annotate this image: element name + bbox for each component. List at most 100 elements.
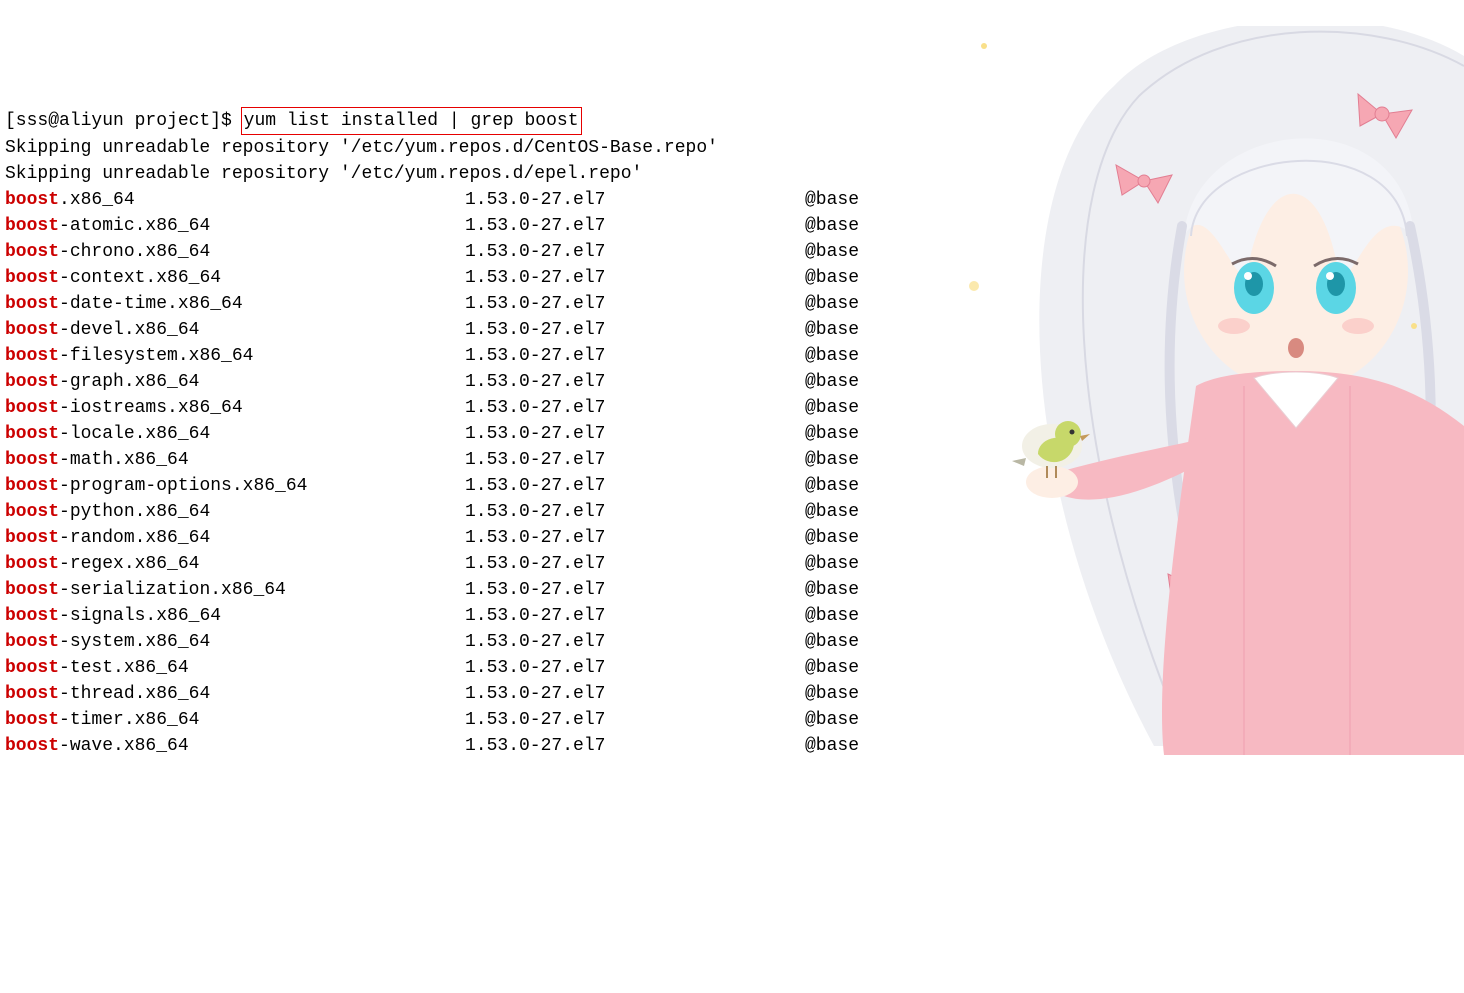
package-name: boost-chrono.x86_64	[5, 239, 465, 265]
grep-match: boost	[5, 528, 59, 548]
grep-match: boost	[5, 632, 59, 652]
package-repo: @base	[805, 473, 859, 499]
package-name: boost-serialization.x86_64	[5, 577, 465, 603]
package-row: boost-graph.x86_641.53.0-27.el7@base	[5, 369, 1459, 395]
package-name: boost-thread.x86_64	[5, 681, 465, 707]
package-row: boost-math.x86_641.53.0-27.el7@base	[5, 447, 1459, 473]
package-name: boost-iostreams.x86_64	[5, 395, 465, 421]
package-version: 1.53.0-27.el7	[465, 317, 805, 343]
package-row: boost-locale.x86_641.53.0-27.el7@base	[5, 421, 1459, 447]
package-version: 1.53.0-27.el7	[465, 239, 805, 265]
grep-match: boost	[5, 346, 59, 366]
grep-match: boost	[5, 190, 59, 210]
package-row: boost-atomic.x86_641.53.0-27.el7@base	[5, 213, 1459, 239]
package-version: 1.53.0-27.el7	[465, 213, 805, 239]
package-version: 1.53.0-27.el7	[465, 343, 805, 369]
package-version: 1.53.0-27.el7	[465, 655, 805, 681]
package-repo: @base	[805, 369, 859, 395]
package-name: boost-date-time.x86_64	[5, 291, 465, 317]
package-name: boost-system.x86_64	[5, 629, 465, 655]
package-name: boost-signals.x86_64	[5, 603, 465, 629]
package-repo: @base	[805, 707, 859, 733]
package-row: boost-regex.x86_641.53.0-27.el7@base	[5, 551, 1459, 577]
package-repo: @base	[805, 603, 859, 629]
grep-match: boost	[5, 476, 59, 496]
package-row: boost-context.x86_641.53.0-27.el7@base	[5, 265, 1459, 291]
package-repo: @base	[805, 291, 859, 317]
grep-match: boost	[5, 580, 59, 600]
package-row: boost.x86_641.53.0-27.el7@base	[5, 187, 1459, 213]
package-name: boost-python.x86_64	[5, 499, 465, 525]
package-name: boost.x86_64	[5, 187, 465, 213]
package-name: boost-regex.x86_64	[5, 551, 465, 577]
package-name: boost-random.x86_64	[5, 525, 465, 551]
shell-prompt: [sss@aliyun project]$	[5, 111, 243, 131]
grep-match: boost	[5, 398, 59, 418]
package-repo: @base	[805, 681, 859, 707]
package-name: boost-locale.x86_64	[5, 421, 465, 447]
grep-match: boost	[5, 268, 59, 288]
grep-match: boost	[5, 320, 59, 340]
package-row: boost-python.x86_641.53.0-27.el7@base	[5, 499, 1459, 525]
package-name: boost-wave.x86_64	[5, 733, 465, 759]
package-version: 1.53.0-27.el7	[465, 395, 805, 421]
package-version: 1.53.0-27.el7	[465, 447, 805, 473]
package-row: boost-serialization.x86_641.53.0-27.el7@…	[5, 577, 1459, 603]
package-name: boost-devel.x86_64	[5, 317, 465, 343]
package-repo: @base	[805, 343, 859, 369]
package-repo: @base	[805, 187, 859, 213]
grep-match: boost	[5, 606, 59, 626]
package-version: 1.53.0-27.el7	[465, 187, 805, 213]
watermark-text: https://blog.csdn.net/sss_0916	[1268, 691, 1444, 717]
package-row: boost-devel.x86_641.53.0-27.el7@base	[5, 317, 1459, 343]
package-version: 1.53.0-27.el7	[465, 265, 805, 291]
package-name: boost-program-options.x86_64	[5, 473, 465, 499]
package-version: 1.53.0-27.el7	[465, 577, 805, 603]
package-row: boost-signals.x86_641.53.0-27.el7@base	[5, 603, 1459, 629]
grep-match: boost	[5, 242, 59, 262]
package-version: 1.53.0-27.el7	[465, 473, 805, 499]
package-row: boost-test.x86_641.53.0-27.el7@base	[5, 655, 1459, 681]
grep-match: boost	[5, 372, 59, 392]
package-repo: @base	[805, 447, 859, 473]
package-name: boost-test.x86_64	[5, 655, 465, 681]
package-version: 1.53.0-27.el7	[465, 733, 805, 759]
skip-line: Skipping unreadable repository '/etc/yum…	[5, 164, 642, 184]
grep-match: boost	[5, 450, 59, 470]
terminal-output: [sss@aliyun project]$ yum list installed…	[5, 107, 1459, 759]
package-repo: @base	[805, 239, 859, 265]
grep-match: boost	[5, 424, 59, 444]
package-version: 1.53.0-27.el7	[465, 603, 805, 629]
package-row: boost-chrono.x86_641.53.0-27.el7@base	[5, 239, 1459, 265]
package-name: boost-graph.x86_64	[5, 369, 465, 395]
grep-match: boost	[5, 710, 59, 730]
package-repo: @base	[805, 421, 859, 447]
package-row: boost-random.x86_641.53.0-27.el7@base	[5, 525, 1459, 551]
package-name: boost-context.x86_64	[5, 265, 465, 291]
package-name: boost-filesystem.x86_64	[5, 343, 465, 369]
package-version: 1.53.0-27.el7	[465, 551, 805, 577]
package-row: boost-filesystem.x86_641.53.0-27.el7@bas…	[5, 343, 1459, 369]
package-repo: @base	[805, 551, 859, 577]
package-repo: @base	[805, 317, 859, 343]
grep-match: boost	[5, 502, 59, 522]
package-version: 1.53.0-27.el7	[465, 681, 805, 707]
package-name: boost-timer.x86_64	[5, 707, 465, 733]
grep-match: boost	[5, 736, 59, 756]
package-version: 1.53.0-27.el7	[465, 291, 805, 317]
package-version: 1.53.0-27.el7	[465, 499, 805, 525]
package-repo: @base	[805, 499, 859, 525]
package-repo: @base	[805, 395, 859, 421]
package-repo: @base	[805, 629, 859, 655]
package-row: boost-program-options.x86_641.53.0-27.el…	[5, 473, 1459, 499]
package-name: boost-math.x86_64	[5, 447, 465, 473]
package-row: boost-timer.x86_641.53.0-27.el7@base	[5, 707, 1459, 733]
package-repo: @base	[805, 525, 859, 551]
package-row: boost-wave.x86_641.53.0-27.el7@base	[5, 733, 1459, 759]
package-repo: @base	[805, 733, 859, 759]
package-row: boost-date-time.x86_641.53.0-27.el7@base	[5, 291, 1459, 317]
package-repo: @base	[805, 577, 859, 603]
grep-match: boost	[5, 684, 59, 704]
package-version: 1.53.0-27.el7	[465, 707, 805, 733]
grep-match: boost	[5, 554, 59, 574]
